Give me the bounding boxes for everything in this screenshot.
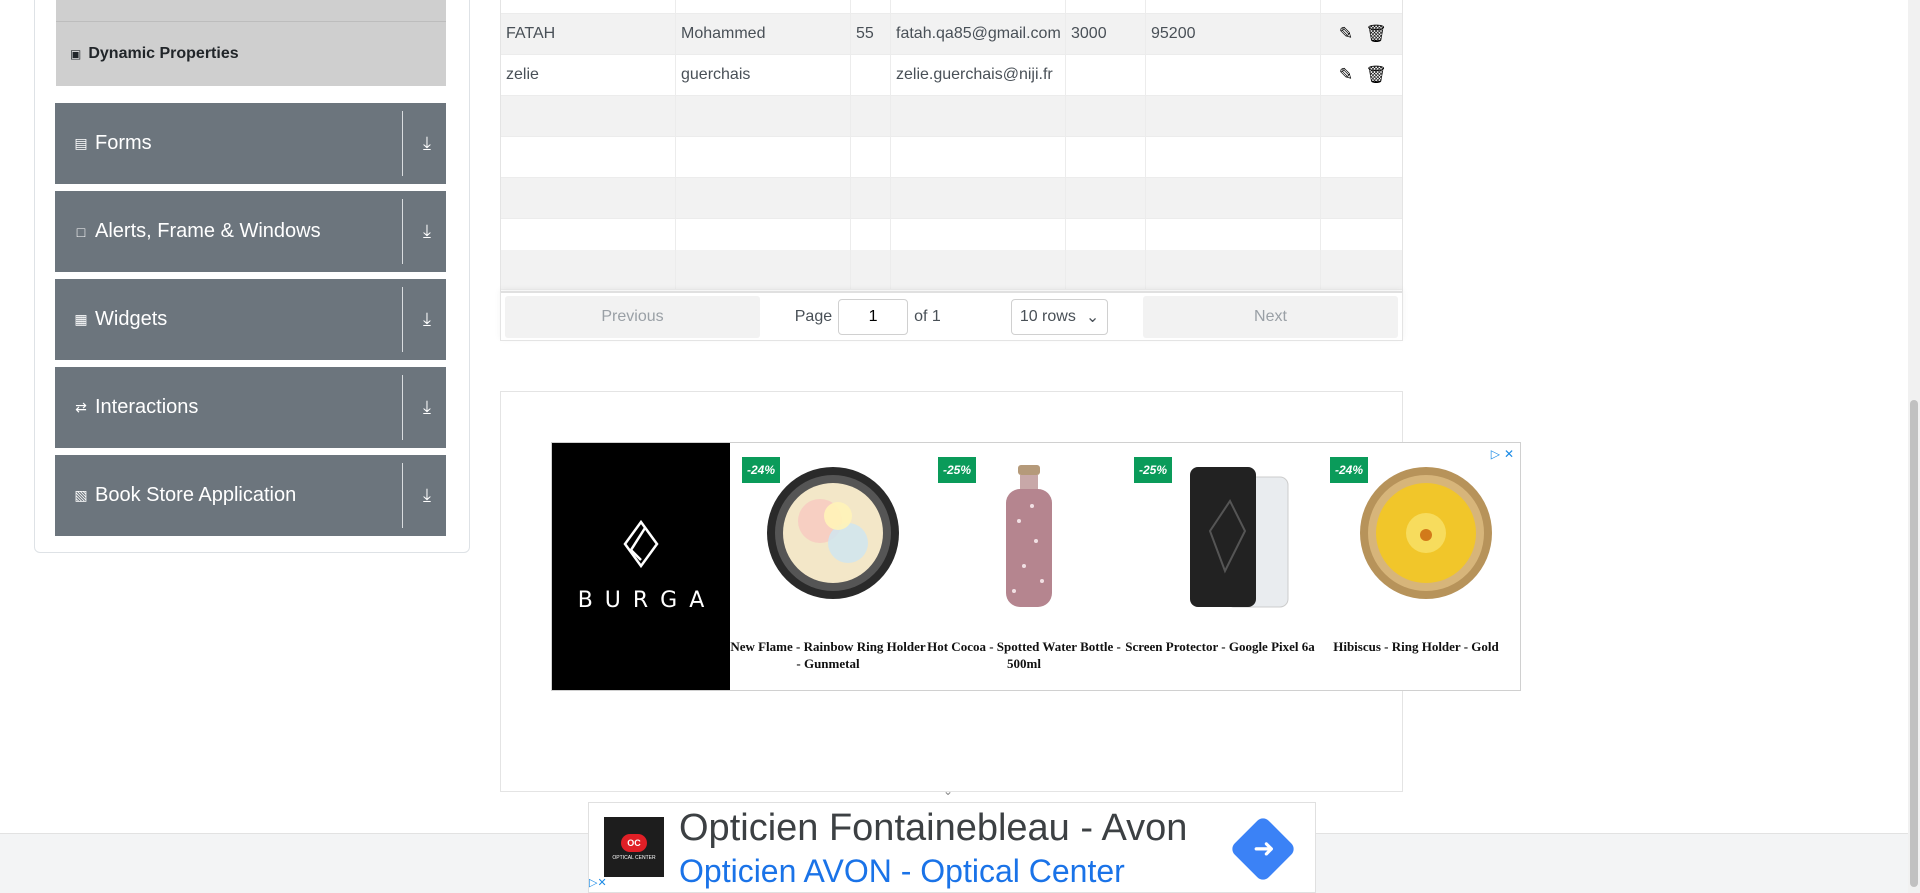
cell-department: 95200: [1146, 14, 1321, 54]
table-row: [501, 178, 1402, 219]
delete-icon[interactable]: 🗑: [1365, 24, 1387, 44]
bottom-ad-banner[interactable]: OC OPTICAL CENTER Opticien Fontainebleau…: [588, 802, 1316, 893]
divider: [402, 111, 403, 176]
ad-product[interactable]: -25% Hot Cocoa - Spotted Water Bottle - …: [926, 443, 1122, 690]
sidebar-group-label: Book Store Application: [95, 484, 297, 506]
sidebar-group-interactions[interactable]: ⇄ Interactions ⤓: [55, 367, 446, 448]
rows-per-page-select[interactable]: 10 rows ⌄: [1010, 298, 1109, 335]
cell-salary: 3000: [1066, 14, 1146, 54]
screen-protector-image: [1190, 467, 1289, 608]
table-row: [501, 0, 1402, 14]
cell-age: 55: [851, 14, 891, 54]
sidebar-group-label: Interactions: [95, 396, 199, 418]
ad-product[interactable]: -24% Hibiscus - Ring Holder - Gold: [1318, 443, 1514, 690]
books-icon: ▧: [74, 487, 88, 503]
cell-age: [851, 55, 891, 95]
download-icon[interactable]: ⤓: [416, 131, 438, 155]
download-icon[interactable]: ⤓: [416, 219, 438, 243]
divider: [402, 375, 403, 440]
ring-holder-image: [767, 467, 899, 599]
page-total: of 1: [914, 307, 941, 325]
sidebar-group-alerts[interactable]: □ Alerts, Frame & Windows ⤓: [55, 191, 446, 272]
directions-arrow-icon: ➜: [1253, 832, 1275, 863]
delete-icon[interactable]: 🗑: [1365, 65, 1387, 85]
table-row: zelie guerchais zelie.guerchais@niji.fr …: [501, 55, 1402, 96]
ring-holder-gold-image: [1360, 467, 1492, 599]
web-table: FATAH Mohammed 55 fatah.qa85@gmail.com 3…: [500, 0, 1403, 340]
table-row: [501, 96, 1402, 137]
sidebar-item-label: Dynamic Properties: [88, 45, 239, 62]
pagination-bar: Previous Page of 1 10 rows ⌄ Next: [500, 291, 1403, 341]
cell-first-name: zelie: [501, 55, 676, 95]
sidebar-group-widgets[interactable]: ▦ Widgets ⤓: [55, 279, 446, 360]
optical-logo-text: OPTICAL CENTER: [612, 854, 656, 861]
burga-brand-panel[interactable]: BURGA: [552, 443, 730, 690]
cell-actions: ✎ 🗑: [1321, 14, 1402, 54]
form-icon: ▤: [74, 135, 88, 151]
rows-per-page-value: 10 rows: [1019, 307, 1076, 325]
burga-logo-icon: [623, 520, 659, 568]
sidebar-group-label: Forms: [95, 132, 152, 154]
product-name: Screen Protector - Google Pixel 6a: [1125, 639, 1315, 654]
ad-title[interactable]: Opticien Fontainebleau - Avon: [679, 807, 1187, 850]
ad-product[interactable]: -24% New Flame - Rainbow Ring Holder - G…: [730, 443, 926, 690]
cell-actions: ✎ 🗑: [1321, 55, 1402, 95]
sidebar-item-previous[interactable]: [56, 0, 446, 22]
table-row: FATAH Mohammed 55 fatah.qa85@gmail.com 3…: [501, 14, 1402, 55]
window-icon: □: [76, 223, 86, 240]
table-row: [501, 250, 1402, 290]
divider: [402, 287, 403, 352]
page-number-input[interactable]: [838, 298, 909, 335]
divider: [402, 463, 403, 528]
optical-center-logo: OC OPTICAL CENTER: [604, 817, 664, 877]
cell-last-name: Mohammed: [676, 14, 851, 54]
chevron-down-icon[interactable]: ⌄: [943, 784, 957, 798]
html5-icon: ▣: [70, 47, 82, 61]
cell-first-name: FATAH: [501, 14, 676, 54]
close-icon[interactable]: ✕: [1504, 447, 1514, 461]
page-info: Page of 1 10 rows ⌄: [760, 298, 1143, 335]
ad-product[interactable]: -25% Screen Protector - Google Pixel 6a: [1122, 443, 1318, 690]
edit-icon[interactable]: ✎: [1336, 24, 1356, 44]
sidebar-group-label: Widgets: [95, 308, 168, 330]
burga-ad-banner[interactable]: BURGA -24% New Flame - Rainbow Ring Hold…: [551, 442, 1521, 691]
table-row: [501, 137, 1402, 178]
scrollbar-thumb[interactable]: [1910, 400, 1918, 887]
burga-brand-name: BURGA: [577, 588, 717, 613]
ad-choices[interactable]: ▷ ✕: [1491, 447, 1514, 461]
cell-email: fatah.qa85@gmail.com: [891, 14, 1066, 54]
sidebar-group-forms[interactable]: ▤ Forms ⤓: [55, 103, 446, 184]
ad-small-icons[interactable]: ▷✕: [589, 876, 607, 889]
page-scrollbar[interactable]: [1908, 0, 1920, 893]
product-name: Hibiscus - Ring Holder - Gold: [1333, 639, 1499, 654]
download-icon[interactable]: ⤓: [416, 307, 438, 331]
sidebar-group-label: Alerts, Frame & Windows: [95, 220, 321, 242]
previous-button[interactable]: Previous: [505, 295, 760, 338]
page-label: Page: [794, 307, 833, 325]
cell-last-name: guerchais: [676, 55, 851, 95]
ad-subtitle[interactable]: Opticien AVON - Optical Center: [679, 853, 1125, 890]
adchoices-icon[interactable]: ▷: [1491, 447, 1500, 461]
cell-salary: [1066, 55, 1146, 95]
next-button[interactable]: Next: [1143, 295, 1398, 338]
sidebar-group-book-store[interactable]: ▧ Book Store Application ⤓: [55, 455, 446, 536]
interactions-icon: ⇄: [75, 399, 87, 415]
edit-icon[interactable]: ✎: [1336, 65, 1356, 85]
cell-department: [1146, 55, 1321, 95]
divider: [402, 199, 403, 264]
download-icon[interactable]: ⤓: [416, 483, 438, 507]
chevron-down-icon: ⌄: [1085, 308, 1100, 326]
sidebar-item-dynamic-properties[interactable]: ▣ Dynamic Properties: [56, 22, 446, 86]
download-icon[interactable]: ⤓: [416, 395, 438, 419]
widgets-icon: ▦: [74, 311, 88, 327]
product-name: Hot Cocoa - Spotted Water Bottle - 500ml: [927, 639, 1121, 671]
cell-email: zelie.guerchais@niji.fr: [891, 55, 1066, 95]
optical-center-mark-icon: OC: [621, 833, 647, 852]
product-name: New Flame - Rainbow Ring Holder - Gunmet…: [730, 639, 926, 671]
water-bottle-image: [1006, 465, 1052, 607]
